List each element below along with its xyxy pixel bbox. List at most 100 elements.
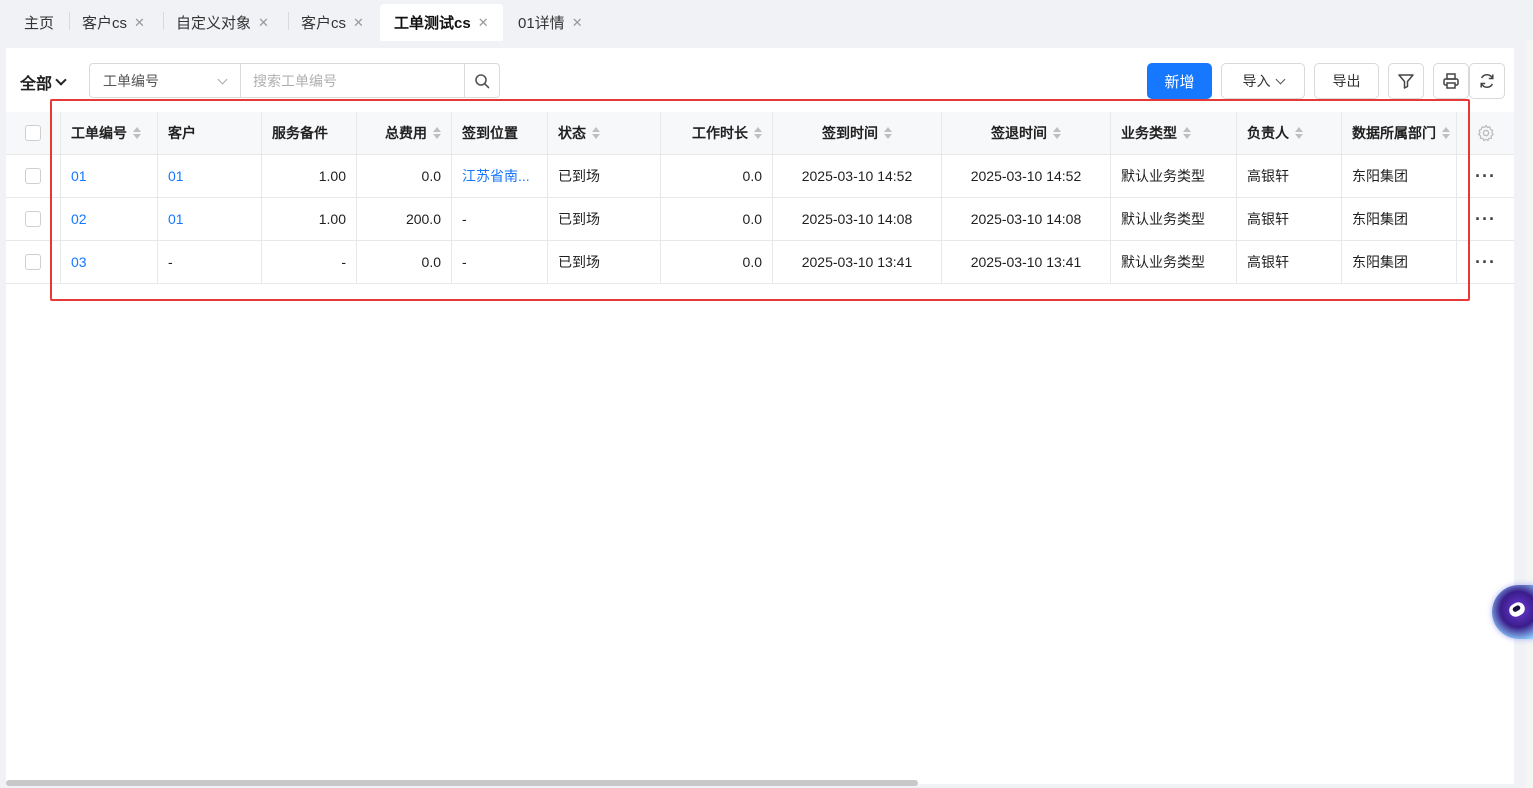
sort-icon[interactable]	[754, 127, 762, 139]
table-cell: -	[262, 241, 357, 283]
horizontal-scrollbar[interactable]	[6, 780, 918, 786]
refresh-icon	[1480, 74, 1494, 88]
column-title: 状态	[558, 125, 586, 141]
column-title: 负责人	[1247, 125, 1289, 141]
table-row[interactable]: 02 01 1.00 200.0 - 已到场 0.0 2025-03-10 14…	[6, 198, 1514, 241]
sort-icon[interactable]	[592, 127, 600, 139]
column-title: 签退时间	[991, 125, 1047, 141]
column-header[interactable]: 签退时间	[942, 112, 1111, 154]
export-button[interactable]: 导出	[1314, 63, 1379, 99]
row-actions[interactable]: ···	[1457, 155, 1514, 197]
table-cell: 高银轩	[1237, 155, 1342, 197]
column-header[interactable]: 业务类型	[1111, 112, 1237, 154]
sort-icon[interactable]	[433, 127, 441, 139]
tab-label: 自定义对象	[176, 15, 252, 32]
column-header[interactable]: 服务备件	[262, 112, 357, 154]
close-icon[interactable]: ✕	[134, 15, 145, 31]
column-header[interactable]: 签到位置	[452, 112, 548, 154]
row-select[interactable]	[6, 155, 61, 197]
table-cell: 0.0	[661, 198, 773, 240]
import-button-label: 导入	[1242, 73, 1271, 89]
table-cell: 2025-03-10 13:41	[773, 241, 942, 283]
tab-01-detail[interactable]: 01详情 ✕	[518, 4, 583, 41]
tab-label: 工单测试cs	[394, 15, 471, 32]
column-header[interactable]: 客户	[158, 112, 262, 154]
tab-divider	[163, 12, 164, 30]
search-field-label: 工单编号	[103, 72, 159, 89]
header-select-all[interactable]	[6, 112, 61, 154]
search-input[interactable]	[241, 64, 464, 97]
more-icon[interactable]: ···	[1475, 166, 1496, 187]
sort-icon[interactable]	[1442, 127, 1450, 139]
row-actions[interactable]: ···	[1457, 198, 1514, 240]
column-header[interactable]: 工作时长	[661, 112, 773, 154]
column-header[interactable]: 工单编号	[61, 112, 158, 154]
tab-customer-cs[interactable]: 客户cs ✕	[82, 4, 145, 41]
table-cell: 默认业务类型	[1111, 155, 1237, 197]
row-select[interactable]	[6, 241, 61, 283]
tab-label: 客户cs	[82, 15, 128, 32]
close-icon[interactable]: ✕	[478, 15, 489, 31]
table-cell: 默认业务类型	[1111, 241, 1237, 283]
more-icon[interactable]: ···	[1475, 252, 1496, 273]
column-settings[interactable]	[1457, 112, 1514, 154]
view-selector[interactable]: 全部	[20, 70, 67, 94]
table-cell: 东阳集团	[1342, 198, 1457, 240]
table-cell: 高银轩	[1237, 241, 1342, 283]
tab-customer-cs-2[interactable]: 客户cs ✕	[301, 4, 364, 41]
customer-link[interactable]: 01	[158, 198, 262, 240]
column-title: 总费用	[385, 125, 427, 141]
row-checkbox[interactable]	[25, 254, 41, 270]
work-order-link[interactable]: 01	[61, 155, 158, 197]
sort-icon[interactable]	[1295, 127, 1303, 139]
close-icon[interactable]: ✕	[353, 15, 364, 31]
print-button[interactable]	[1433, 63, 1469, 99]
refresh-button[interactable]	[1469, 63, 1505, 99]
search-field-select[interactable]: 工单编号	[90, 64, 241, 97]
column-header[interactable]: 总费用	[357, 112, 452, 154]
customer-link[interactable]: 01	[158, 155, 262, 197]
row-select[interactable]	[6, 198, 61, 240]
more-icon[interactable]: ···	[1475, 209, 1496, 230]
search-button[interactable]	[464, 64, 499, 97]
new-button[interactable]: 新增	[1147, 63, 1212, 99]
sort-icon[interactable]	[884, 127, 892, 139]
column-title: 签到位置	[462, 125, 518, 141]
table-cell: 0.0	[357, 241, 452, 283]
table-cell: 2025-03-10 13:41	[942, 241, 1111, 283]
table-row[interactable]: 03 - - 0.0 - 已到场 0.0 2025-03-10 13:41 20…	[6, 241, 1514, 284]
tab-home[interactable]: 主页	[24, 4, 54, 41]
tab-divider	[288, 12, 289, 30]
table-cell: 0.0	[357, 155, 452, 197]
close-icon[interactable]: ✕	[572, 15, 583, 31]
gear-icon[interactable]	[1477, 124, 1495, 142]
row-checkbox[interactable]	[25, 168, 41, 184]
table-row[interactable]: 01 01 1.00 0.0 江苏省南... 已到场 0.0 2025-03-1…	[6, 155, 1514, 198]
close-icon[interactable]: ✕	[258, 15, 269, 31]
view-label: 全部	[20, 76, 53, 93]
row-actions[interactable]: ···	[1457, 241, 1514, 283]
table-header: 工单编号 客户 服务备件 总费用 签到位置 状态 工作时长 签到时间 签退时间 …	[6, 112, 1514, 155]
column-header[interactable]: 签到时间	[773, 112, 942, 154]
sort-icon[interactable]	[1183, 127, 1191, 139]
column-header[interactable]: 负责人	[1237, 112, 1342, 154]
work-order-link[interactable]: 02	[61, 198, 158, 240]
table-cell: 2025-03-10 14:08	[773, 198, 942, 240]
tab-label: 客户cs	[301, 15, 347, 32]
table-cell: 已到场	[548, 155, 661, 197]
sort-icon[interactable]	[133, 127, 141, 139]
tab-work-order-test[interactable]: 工单测试cs ✕	[380, 4, 503, 41]
column-header[interactable]: 数据所属部门	[1342, 112, 1457, 154]
import-button[interactable]: 导入	[1221, 63, 1305, 99]
row-checkbox[interactable]	[25, 211, 41, 227]
location-link[interactable]: 江苏省南...	[452, 155, 548, 197]
table-cell: 东阳集团	[1342, 155, 1457, 197]
tab-custom-object[interactable]: 自定义对象 ✕	[176, 4, 269, 41]
vertical-scrollbar[interactable]	[1526, 40, 1533, 788]
column-header[interactable]: 状态	[548, 112, 661, 154]
column-title: 工单编号	[71, 125, 127, 141]
filter-button[interactable]	[1388, 63, 1424, 99]
work-order-link[interactable]: 03	[61, 241, 158, 283]
sort-icon[interactable]	[1053, 127, 1061, 139]
select-all-checkbox[interactable]	[25, 125, 41, 141]
